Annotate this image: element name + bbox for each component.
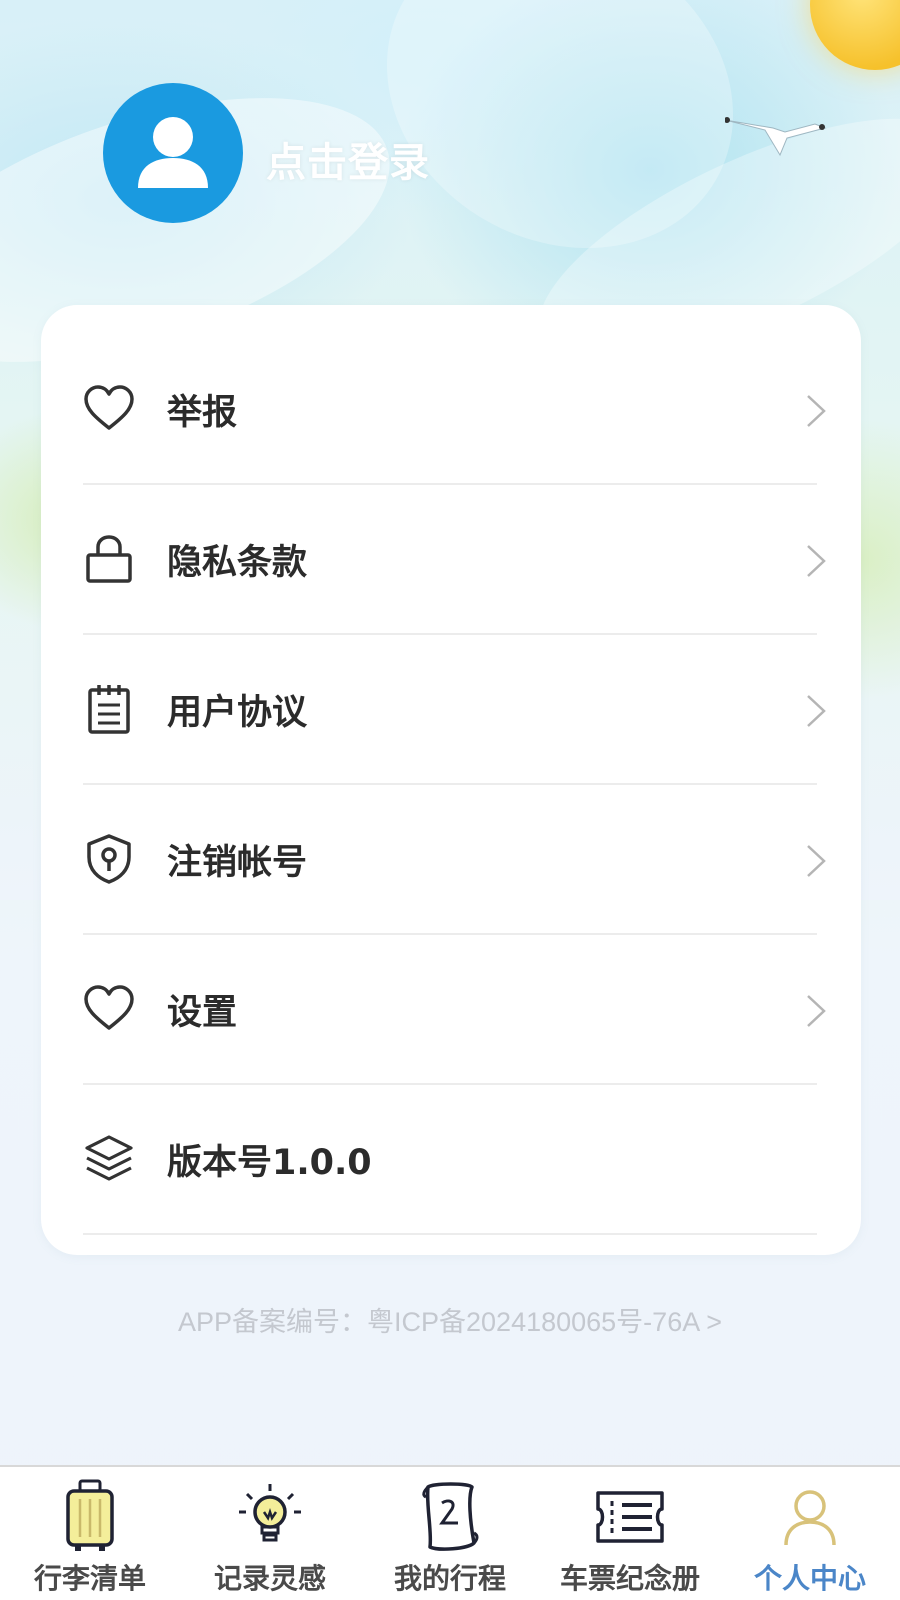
ticket-icon [590, 1477, 670, 1557]
tab-label: 车票纪念册 [559, 1562, 700, 1595]
chevron-right-icon [807, 395, 826, 427]
menu-label: 用户协议 [167, 692, 308, 733]
notepad-icon [83, 683, 135, 735]
chevron-right-icon [807, 995, 826, 1027]
lightbulb-icon [230, 1477, 310, 1557]
chevron-right-icon [807, 695, 826, 727]
bottom-tab-bar: 行李清单 记录灵感 我的行程 车票纪念册 个人中心 [0, 1465, 900, 1600]
tab-record-inspiration[interactable]: 记录灵感 [180, 1467, 360, 1600]
menu-item-privacy[interactable]: 隐私条款 [83, 485, 826, 635]
tab-my-itinerary[interactable]: 我的行程 [360, 1467, 540, 1600]
menu-label: 举报 [167, 392, 238, 433]
menu-label: 版本号1.0.0 [167, 1142, 372, 1183]
menu-item-version: 版本号1.0.0 [83, 1085, 817, 1235]
tab-label: 我的行程 [393, 1562, 506, 1595]
heart-icon [83, 983, 135, 1035]
menu-card: 举报 隐私条款 用户协议 注销帐号 设置 版本号1.0.0 [41, 305, 861, 1255]
login-button[interactable]: 点击登录 [266, 130, 430, 188]
avatar[interactable] [103, 83, 243, 223]
menu-item-delete-account[interactable]: 注销帐号 [83, 785, 826, 935]
tab-label: 行李清单 [33, 1562, 146, 1595]
tab-personal-center[interactable]: 个人中心 [720, 1467, 900, 1600]
menu-item-user-agreement[interactable]: 用户协议 [83, 635, 826, 785]
chevron-right-icon [807, 545, 826, 577]
suitcase-icon [50, 1477, 130, 1557]
tab-label: 记录灵感 [213, 1562, 326, 1595]
chevron-right-icon [807, 845, 826, 877]
lock-icon [83, 533, 135, 585]
profile-header: 点击登录 [0, 0, 900, 300]
icp-record-link[interactable]: APP备案编号：粤ICP备2024180065号-76A > [0, 1300, 900, 1339]
menu-item-settings[interactable]: 设置 [83, 935, 826, 1085]
user-icon [138, 117, 208, 188]
tab-luggage-list[interactable]: 行李清单 [0, 1467, 180, 1600]
shield-keyhole-icon [83, 833, 135, 885]
menu-label: 隐私条款 [167, 542, 308, 583]
menu-label: 注销帐号 [167, 842, 308, 883]
layers-icon [83, 1133, 135, 1185]
tab-label: 个人中心 [753, 1562, 866, 1595]
menu-label: 设置 [167, 992, 238, 1033]
heart-icon [83, 383, 135, 435]
scroll-icon [410, 1477, 490, 1557]
person-icon [770, 1477, 850, 1557]
tab-ticket-album[interactable]: 车票纪念册 [540, 1467, 720, 1600]
menu-item-report[interactable]: 举报 [83, 335, 826, 485]
